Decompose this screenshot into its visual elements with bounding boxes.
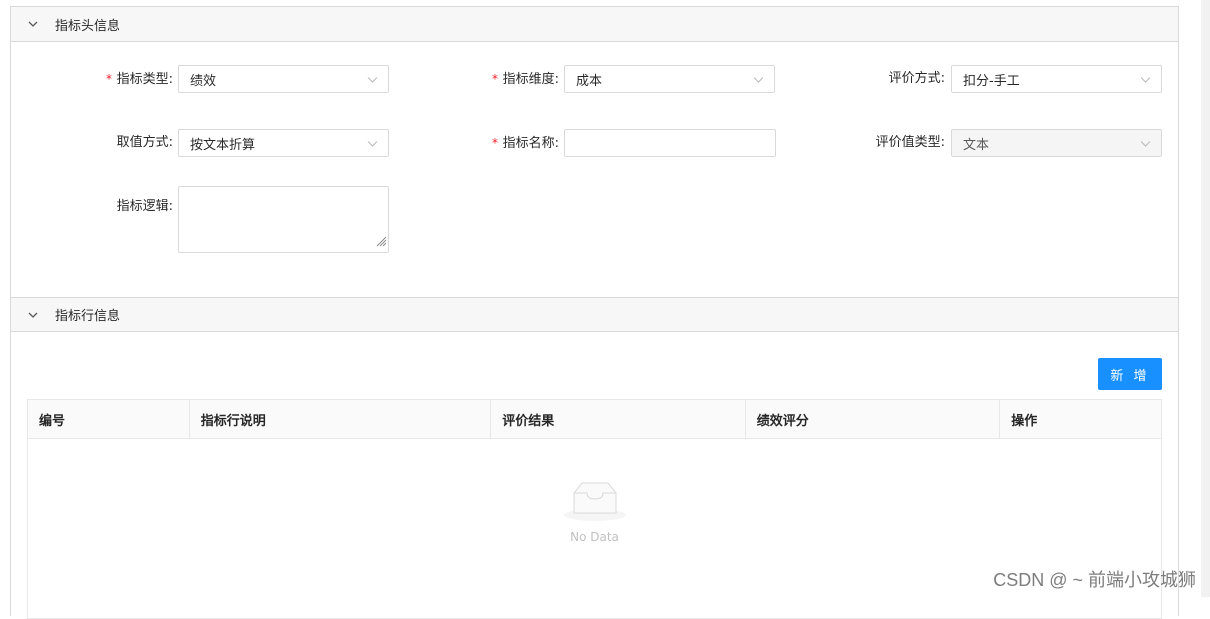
indicator-type-select[interactable]: 绩效 (178, 65, 389, 93)
value-method-label: 取值方式: (116, 135, 173, 150)
indicator-name-input[interactable] (564, 129, 776, 157)
chevron-down-icon (753, 74, 764, 89)
select-value: 扣分-手工 (963, 73, 1020, 89)
indicator-line-table: 编号 指标行说明 评价结果 绩效评分 操作 No Data (27, 399, 1162, 619)
value-method-select[interactable]: 按文本折算 (178, 129, 389, 157)
select-value: 按文本折算 (190, 137, 256, 153)
indicator-collapse: 指标头信息 * 指标类型: 绩效 * 指标维度: 成本 评价方式: 扣分-手工 取值… (10, 6, 1179, 619)
panel-title: 指标行信息 (55, 309, 121, 324)
evaluation-value-type-select[interactable]: 文本 (951, 129, 1162, 157)
select-value: 文本 (963, 137, 990, 153)
empty-inbox-icon (563, 482, 627, 526)
panel-title: 指标头信息 (55, 18, 121, 34)
chevron-down-icon (367, 74, 378, 89)
empty-state: No Data (28, 480, 1161, 544)
chevron-down-icon (11, 18, 55, 30)
column-header-number[interactable]: 编号 (28, 400, 190, 438)
chevron-down-icon (11, 309, 55, 321)
indicator-dimension-select[interactable]: 成本 (564, 65, 775, 93)
evaluation-method-label: 评价方式: (888, 71, 945, 86)
add-button[interactable]: 新 增 (1098, 358, 1162, 390)
indicator-name-label: * 指标名称: (491, 136, 559, 151)
column-header-evaluation-result[interactable]: 评价结果 (491, 400, 746, 438)
indicator-logic-label: 指标逻辑: (116, 199, 173, 214)
indicator-type-label: * 指标类型: (105, 72, 173, 87)
chevron-down-icon (1140, 138, 1151, 153)
watermark: CSDN @ ~ 前端小攻城狮 (993, 570, 1196, 590)
select-value: 成本 (576, 73, 603, 89)
indicator-logic-textarea[interactable] (178, 186, 389, 253)
header-info-panel-header[interactable]: 指标头信息 (11, 7, 1178, 42)
chevron-down-icon (367, 138, 378, 153)
line-info-panel-header[interactable]: 指标行信息 (11, 297, 1178, 332)
column-header-actions[interactable]: 操作 (1000, 400, 1161, 438)
column-header-line-description[interactable]: 指标行说明 (190, 400, 492, 438)
chevron-down-icon (1140, 74, 1151, 89)
page-scrollbar[interactable] (1201, 0, 1210, 597)
table-header: 编号 指标行说明 评价结果 绩效评分 操作 (28, 400, 1161, 439)
required-mark: * (491, 72, 499, 86)
resize-handle-icon[interactable] (375, 235, 387, 251)
indicator-dimension-label: * 指标维度: (491, 72, 559, 87)
select-value: 绩效 (190, 73, 217, 89)
required-mark: * (491, 136, 499, 150)
column-header-performance-score[interactable]: 绩效评分 (746, 400, 1001, 438)
no-data-text: No Data (570, 530, 619, 544)
required-mark: * (105, 72, 113, 86)
evaluation-value-type-label: 评价值类型: (875, 135, 945, 150)
evaluation-method-select[interactable]: 扣分-手工 (951, 65, 1162, 93)
